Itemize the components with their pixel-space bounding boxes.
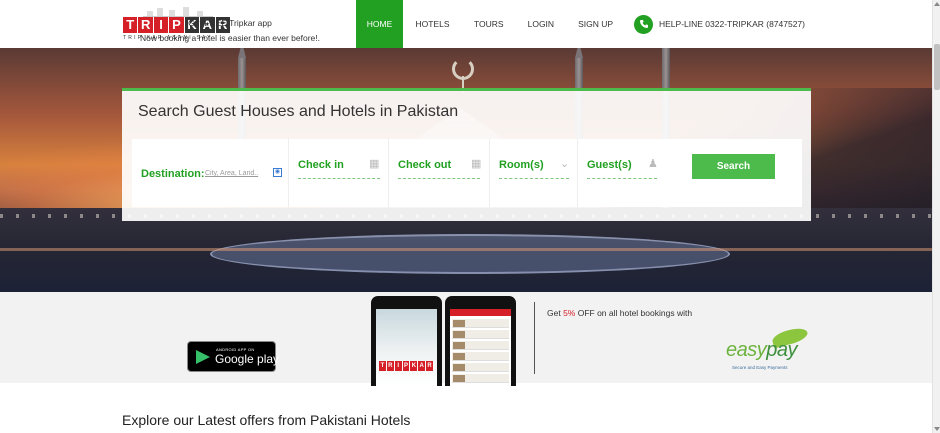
guests-select[interactable]: Guest(s) ♟: [578, 139, 664, 207]
scrollbar[interactable]: [932, 0, 940, 433]
phone-screen: [450, 309, 511, 386]
app-promo-line2: Now booking a hotel is easier than ever …: [139, 33, 321, 43]
rooms-underline: [499, 178, 569, 179]
scroll-down-icon[interactable]: [934, 427, 940, 431]
location-icon[interactable]: ◉: [273, 168, 282, 177]
phone-logo: TRIPKAR: [379, 361, 435, 371]
google-play-label: Google play: [215, 352, 280, 366]
phone-mockup-2: [445, 296, 516, 386]
phone-list-row: [452, 374, 509, 383]
search-title: Search Guest Houses and Hotels in Pakist…: [138, 103, 459, 120]
easypay-tagline: Secure and Easy Payments: [732, 365, 788, 370]
app-promo-text: Get FREE Tripkar app Now booking a hotel…: [125, 16, 335, 46]
checkout-field[interactable]: Check out ▦: [389, 139, 490, 207]
helpline[interactable]: HELP-LINE 0322-TRIPKAR (8747527): [634, 14, 805, 34]
chevron-down-icon: ⌄: [560, 158, 570, 170]
page: TRIPKAR TRIP KAR ASANI SAY HOME HOTELS T…: [0, 0, 940, 433]
nav-home[interactable]: HOME: [356, 0, 403, 48]
destination-input[interactable]: City, Area, Land..: [205, 170, 258, 177]
search-form: Destination: City, Area, Land.. ◉ Check …: [132, 139, 802, 207]
fountain-pool: [210, 234, 730, 274]
offer-text: Get 5% OFF on all hotel bookings with: [547, 308, 693, 318]
phone-list-row: [452, 352, 509, 361]
phone-screen: TRIPKAR: [376, 309, 437, 386]
nav-signup[interactable]: SIGN UP: [566, 0, 625, 48]
scroll-thumb[interactable]: [934, 44, 940, 90]
person-icon: ♟: [648, 158, 658, 170]
helpline-text: HELP-LINE 0322-TRIPKAR (8747527): [659, 19, 805, 29]
scroll-up-icon[interactable]: [934, 2, 940, 6]
destination-label: Destination:: [141, 168, 205, 180]
easypay-logo[interactable]: easypay Secure and Easy Payments: [722, 325, 814, 374]
play-store-icon: [196, 350, 210, 364]
calendar-icon: ▦: [369, 158, 380, 170]
rooms-label: Room(s): [499, 159, 544, 171]
nav-hotels[interactable]: HOTELS: [403, 0, 454, 48]
divider: [534, 302, 535, 374]
destination-field[interactable]: Destination: City, Area, Land.. ◉: [132, 139, 289, 207]
phone-icon: [634, 14, 653, 34]
light-line: [0, 248, 932, 251]
main-nav: HOME HOTELS TOURS LOGIN SIGN UP: [356, 0, 625, 48]
guests-label: Guest(s): [587, 159, 632, 171]
app-promo-line1: Get FREE Tripkar app: [188, 18, 272, 28]
checkin-field[interactable]: Check in ▦: [289, 139, 389, 207]
phone-list-row: [452, 319, 509, 328]
search-panel: Search Guest Houses and Hotels in Pakist…: [122, 88, 811, 221]
checkout-underline: [398, 178, 480, 179]
checkout-label: Check out: [398, 159, 452, 171]
rooms-select[interactable]: Room(s) ⌄: [490, 139, 578, 207]
phone-list-row: [452, 363, 509, 372]
guests-underline: [587, 178, 657, 179]
phone-app-bar: [450, 309, 511, 316]
nav-tours[interactable]: TOURS: [454, 0, 516, 48]
checkin-underline: [298, 178, 380, 179]
phone-mockup-1: TRIPKAR: [371, 296, 442, 386]
checkin-label: Check in: [298, 159, 344, 171]
phone-list-row: [452, 341, 509, 350]
nav-login[interactable]: LOGIN: [516, 0, 566, 48]
phone-list-row: [452, 330, 509, 339]
calendar-icon: ▦: [471, 158, 482, 170]
search-button[interactable]: Search: [692, 154, 775, 179]
offer-percent: 5%: [563, 308, 576, 318]
google-play-button[interactable]: ANDROID APP ON Google play: [187, 341, 280, 372]
offers-section-title: Explore our Latest offers from Pakistani…: [122, 412, 411, 428]
easypay-name: easypay: [726, 339, 797, 361]
